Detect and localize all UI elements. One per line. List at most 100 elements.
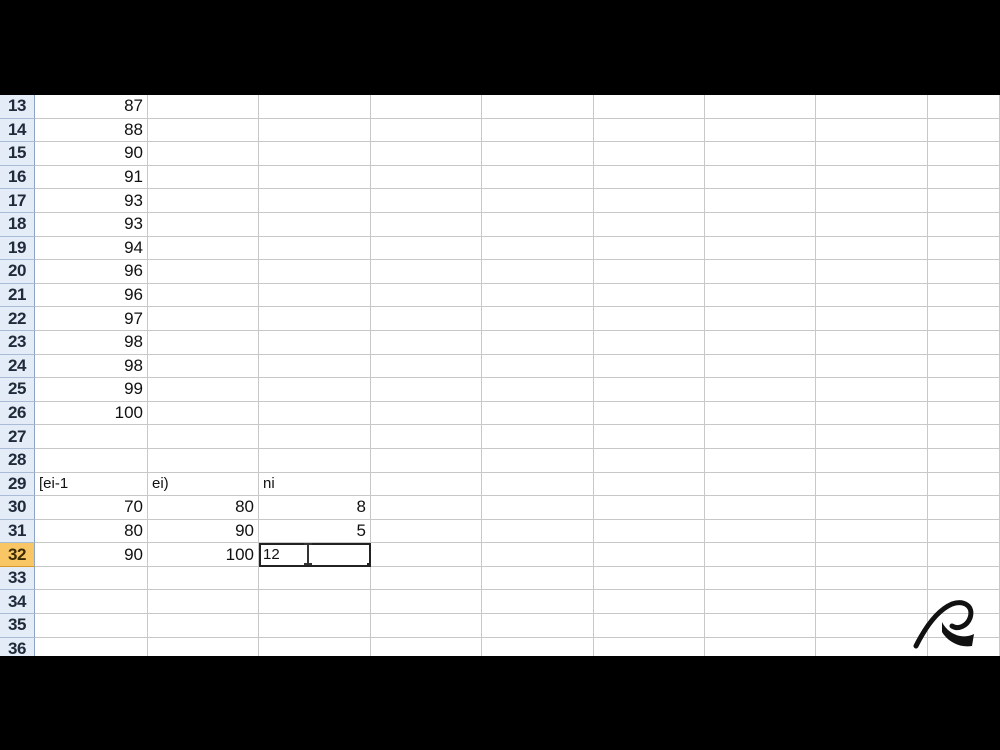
cell-r25-c7[interactable] bbox=[816, 378, 928, 402]
cell-r26-c4[interactable] bbox=[482, 401, 594, 426]
cell-r31-c1[interactable]: 90 bbox=[148, 519, 259, 544]
cell-r22-c7[interactable] bbox=[816, 307, 928, 331]
cell-r26-c2[interactable] bbox=[259, 401, 371, 426]
cell-r33-c7[interactable] bbox=[816, 566, 928, 591]
cell-r27-c4[interactable] bbox=[482, 425, 594, 449]
cell-r35-c6[interactable] bbox=[705, 614, 816, 638]
cell-r24-c8[interactable] bbox=[928, 354, 1000, 379]
cell-r23-c3[interactable] bbox=[371, 330, 482, 355]
cell-r18-c7[interactable] bbox=[816, 212, 928, 237]
cell-r16-c8[interactable] bbox=[928, 165, 1000, 190]
cell-r18-c8[interactable] bbox=[928, 212, 1000, 237]
cell-r31-c8[interactable] bbox=[928, 519, 1000, 544]
cell-r27-c6[interactable] bbox=[705, 425, 816, 449]
cell-r24-c4[interactable] bbox=[482, 354, 594, 379]
cell-r22-c8[interactable] bbox=[928, 307, 1000, 331]
cell-r33-c2[interactable] bbox=[259, 566, 371, 591]
cell-r26-c6[interactable] bbox=[705, 401, 816, 426]
cell-r32-c8[interactable] bbox=[928, 543, 1000, 567]
row-header-24[interactable]: 24 bbox=[0, 354, 35, 379]
cell-r30-c4[interactable] bbox=[482, 496, 594, 520]
cell-r23-c8[interactable] bbox=[928, 330, 1000, 355]
cell-r34-c1[interactable] bbox=[148, 590, 259, 615]
cell-r16-c4[interactable] bbox=[482, 165, 594, 190]
row-header-23[interactable]: 23 bbox=[0, 330, 35, 355]
cell-r21-c1[interactable] bbox=[148, 283, 259, 308]
cell-r33-c6[interactable] bbox=[705, 566, 816, 591]
cell-r33-c4[interactable] bbox=[482, 566, 594, 591]
cell-r16-c3[interactable] bbox=[371, 165, 482, 190]
cell-r16-c5[interactable] bbox=[594, 165, 705, 190]
cell-r15-c6[interactable] bbox=[705, 142, 816, 166]
cell-r33-c0[interactable] bbox=[35, 566, 148, 591]
cell-r33-c1[interactable] bbox=[148, 566, 259, 591]
cell-r23-c5[interactable] bbox=[594, 330, 705, 355]
cell-r36-c0[interactable] bbox=[35, 637, 148, 656]
cell-r18-c0[interactable]: 93 bbox=[35, 212, 148, 237]
cell-r29-c6[interactable] bbox=[705, 472, 816, 497]
cell-r30-c2[interactable]: 8 bbox=[259, 496, 371, 520]
cell-r33-c3[interactable] bbox=[371, 566, 482, 591]
cell-r35-c3[interactable] bbox=[371, 614, 482, 638]
cell-r14-c2[interactable] bbox=[259, 118, 371, 143]
cell-r28-c2[interactable] bbox=[259, 448, 371, 473]
cell-r25-c0[interactable]: 99 bbox=[35, 378, 148, 402]
cell-r30-c7[interactable] bbox=[816, 496, 928, 520]
cell-r29-c4[interactable] bbox=[482, 472, 594, 497]
cell-r21-c0[interactable]: 96 bbox=[35, 283, 148, 308]
row-header-14[interactable]: 14 bbox=[0, 118, 35, 143]
cell-r29-c7[interactable] bbox=[816, 472, 928, 497]
cell-r16-c6[interactable] bbox=[705, 165, 816, 190]
cell-r22-c0[interactable]: 97 bbox=[35, 307, 148, 331]
cell-r17-c3[interactable] bbox=[371, 189, 482, 213]
cell-r25-c3[interactable] bbox=[371, 378, 482, 402]
cell-r15-c1[interactable] bbox=[148, 142, 259, 166]
cell-r13-c6[interactable] bbox=[705, 95, 816, 119]
cell-r29-c2[interactable]: ni bbox=[259, 472, 371, 497]
cell-r25-c1[interactable] bbox=[148, 378, 259, 402]
cell-r13-c0[interactable]: 87 bbox=[35, 95, 148, 119]
cell-r14-c3[interactable] bbox=[371, 118, 482, 143]
cell-r15-c8[interactable] bbox=[928, 142, 1000, 166]
cell-r35-c4[interactable] bbox=[482, 614, 594, 638]
cell-r19-c1[interactable] bbox=[148, 236, 259, 261]
cell-r29-c5[interactable] bbox=[594, 472, 705, 497]
cell-r29-c1[interactable]: ei) bbox=[148, 472, 259, 497]
cell-r23-c0[interactable]: 98 bbox=[35, 330, 148, 355]
cell-r16-c1[interactable] bbox=[148, 165, 259, 190]
cell-r32-c5[interactable] bbox=[594, 543, 705, 567]
cell-r13-c3[interactable] bbox=[371, 95, 482, 119]
cell-r30-c1[interactable]: 80 bbox=[148, 496, 259, 520]
cell-r36-c1[interactable] bbox=[148, 637, 259, 656]
cell-r19-c8[interactable] bbox=[928, 236, 1000, 261]
cell-r34-c3[interactable] bbox=[371, 590, 482, 615]
cell-r13-c5[interactable] bbox=[594, 95, 705, 119]
cell-r27-c1[interactable] bbox=[148, 425, 259, 449]
cell-r25-c4[interactable] bbox=[482, 378, 594, 402]
cell-r20-c0[interactable]: 96 bbox=[35, 260, 148, 284]
cell-r19-c7[interactable] bbox=[816, 236, 928, 261]
row-header-36[interactable]: 36 bbox=[0, 637, 35, 656]
cell-r13-c7[interactable] bbox=[816, 95, 928, 119]
cell-r32-c6[interactable] bbox=[705, 543, 816, 567]
cell-r23-c1[interactable] bbox=[148, 330, 259, 355]
cell-r21-c7[interactable] bbox=[816, 283, 928, 308]
cell-r36-c3[interactable] bbox=[371, 637, 482, 656]
cell-r15-c4[interactable] bbox=[482, 142, 594, 166]
row-header-31[interactable]: 31 bbox=[0, 519, 35, 544]
cell-r15-c0[interactable]: 90 bbox=[35, 142, 148, 166]
cell-r13-c1[interactable] bbox=[148, 95, 259, 119]
row-header-13[interactable]: 13 bbox=[0, 95, 35, 119]
cell-r19-c3[interactable] bbox=[371, 236, 482, 261]
cell-r26-c8[interactable] bbox=[928, 401, 1000, 426]
cell-r22-c5[interactable] bbox=[594, 307, 705, 331]
cell-r34-c5[interactable] bbox=[594, 590, 705, 615]
cell-r14-c6[interactable] bbox=[705, 118, 816, 143]
row-header-30[interactable]: 30 bbox=[0, 496, 35, 520]
cell-r22-c4[interactable] bbox=[482, 307, 594, 331]
fill-handle-icon[interactable] bbox=[367, 562, 370, 566]
cell-r31-c4[interactable] bbox=[482, 519, 594, 544]
cell-r20-c5[interactable] bbox=[594, 260, 705, 284]
cell-r36-c5[interactable] bbox=[594, 637, 705, 656]
cell-r22-c3[interactable] bbox=[371, 307, 482, 331]
